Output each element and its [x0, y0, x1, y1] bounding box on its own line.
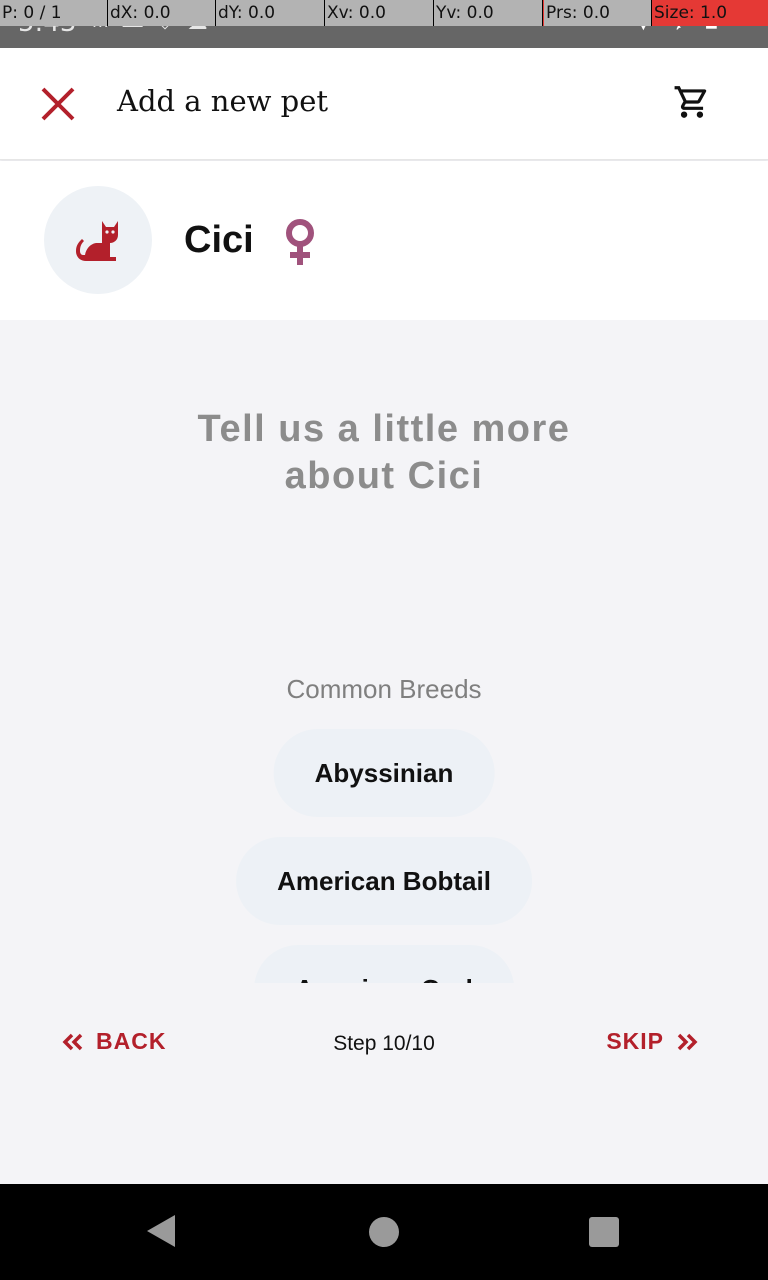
debug-xv: Xv: 0.0: [325, 0, 434, 26]
breed-list[interactable]: Abyssinian American Bobtail American Cur…: [0, 725, 768, 983]
female-icon: [286, 219, 314, 265]
double-chevron-right-icon: [677, 1033, 698, 1050]
cat-icon: [76, 221, 118, 261]
skip-button[interactable]: SKIP: [606, 1028, 698, 1055]
page-title: Add a new pet: [117, 84, 329, 118]
pet-name: Cici: [184, 219, 254, 261]
skip-label: SKIP: [606, 1028, 664, 1054]
debug-dx: dX: 0.0: [108, 0, 216, 26]
breed-option-american-curl[interactable]: American Curl: [254, 945, 514, 983]
nav-back-icon[interactable]: [145, 1214, 177, 1248]
pet-avatar: [44, 186, 152, 294]
pointer-debug-bar: P: 0 / 1 dX: 0.0 dY: 0.0 Xv: 0.0 Yv: 0.0…: [0, 0, 768, 26]
step-navigation: BACK Step 10/10 SKIP: [0, 1020, 768, 1070]
debug-yv: Yv: 0.0: [434, 0, 543, 26]
debug-size: Size: 1.0: [652, 0, 768, 26]
debug-dy: dY: 0.0: [216, 0, 325, 26]
nav-home-icon[interactable]: [369, 1217, 399, 1247]
close-icon: [41, 87, 75, 121]
breed-option-abyssinian[interactable]: Abyssinian: [273, 729, 495, 817]
shopping-cart-icon: [674, 86, 707, 118]
cart-button[interactable]: [664, 74, 720, 130]
nav-recents-icon[interactable]: [589, 1217, 619, 1247]
breed-option-american-bobtail[interactable]: American Bobtail: [236, 837, 532, 925]
debug-pressure: Prs: 0.0: [543, 0, 652, 26]
debug-pointer: P: 0 / 1: [0, 0, 108, 26]
question-heading: Tell us a little more about Cici: [0, 406, 768, 500]
main-content: Tell us a little more about Cici Common …: [0, 320, 768, 1184]
heading-line-2: about Cici: [284, 455, 484, 497]
pet-header: Cici: [0, 161, 768, 320]
system-navigation-bar: [0, 1184, 768, 1280]
heading-line-1: Tell us a little more: [197, 408, 571, 450]
close-button[interactable]: [30, 76, 86, 132]
app-bar: Add a new pet: [0, 48, 768, 160]
common-breeds-title: Common Breeds: [286, 674, 482, 704]
status-bar: 5:43 M ▬ ⇩ ☁ • ▼ ✈ ■ P: 0 / 1 dX: 0.0 dY…: [0, 0, 768, 48]
